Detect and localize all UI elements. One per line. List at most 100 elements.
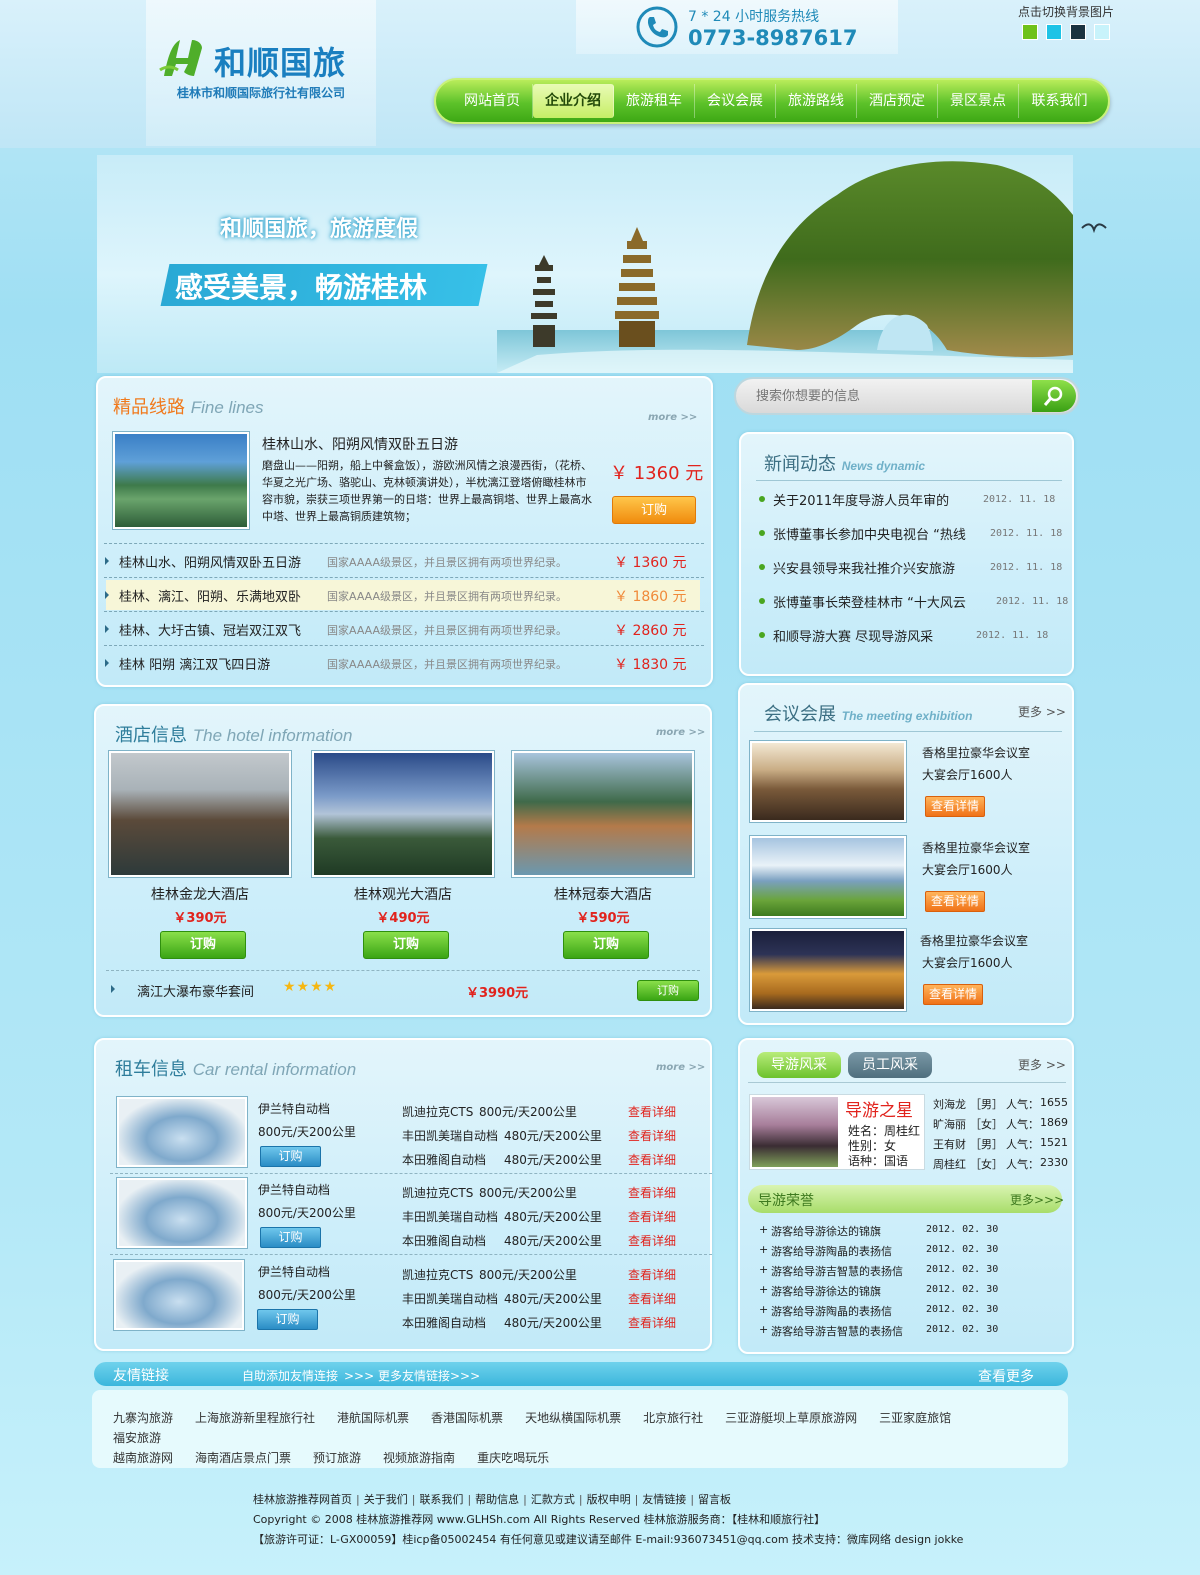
meeting-room-name[interactable]: 香格里拉豪华会议室 <box>920 932 1028 949</box>
line-row-name[interactable]: 桂林、漓江、阳朔、乐满地双卧 <box>119 586 319 605</box>
guide-star-photo[interactable] <box>752 1097 838 1167</box>
friend-link[interactable]: 视频旅游指南 <box>383 1448 455 1468</box>
featured-line-image[interactable] <box>112 431 250 530</box>
friend-link[interactable]: 福安旅游 <box>113 1428 161 1448</box>
background-swatch-green[interactable] <box>1022 24 1038 40</box>
car-image[interactable] <box>116 1177 248 1249</box>
background-swatch-light[interactable] <box>1094 24 1110 40</box>
honor-item-title[interactable]: 游客给导游徐达的锦旗 <box>771 1283 881 1299</box>
links-view-more[interactable]: 查看更多 <box>978 1366 1034 1386</box>
search-input[interactable] <box>756 384 1024 408</box>
background-swatch-dark[interactable] <box>1070 24 1086 40</box>
hotel-name[interactable]: 桂林观光大酒店 <box>311 884 495 904</box>
honor-item-title[interactable]: 游客给导游吉智慧的表扬信 <box>771 1323 903 1339</box>
car-detail-link[interactable]: 查看详细 <box>628 1314 676 1331</box>
hotel-name[interactable]: 桂林冠泰大酒店 <box>511 884 695 904</box>
links-add-link[interactable]: 自助添加友情连接 <box>242 1367 338 1384</box>
car-rental-more-link[interactable]: more >> <box>656 1062 705 1073</box>
friend-link[interactable]: 上海旅游新里程旅行社 <box>195 1408 315 1428</box>
friend-link[interactable]: 重庆吃喝玩乐 <box>477 1448 549 1468</box>
line-row-name[interactable]: 桂林、大圩古镇、冠岩双江双飞 <box>119 620 319 639</box>
car-order-button[interactable]: 订购 <box>260 1227 321 1248</box>
car-image[interactable] <box>113 1259 245 1331</box>
nav-item-hotels[interactable]: 酒店预定 <box>857 84 938 118</box>
car-detail-link[interactable]: 查看详细 <box>628 1103 676 1120</box>
friend-link[interactable]: 越南旅游网 <box>113 1448 173 1468</box>
car-detail-link[interactable]: 查看详细 <box>628 1208 676 1225</box>
news-item-title[interactable]: 张博董事长参加中央电视台 “热线 <box>773 524 987 543</box>
honor-item-title[interactable]: 游客给导游徐达的锦旗 <box>771 1223 881 1239</box>
hotel-order-button[interactable]: 订购 <box>563 931 649 959</box>
meeting-room-image[interactable] <box>749 740 907 823</box>
nav-item-home[interactable]: 网站首页 <box>452 84 533 118</box>
friend-link[interactable]: 天地纵横国际机票 <box>525 1408 621 1428</box>
footer-nav-link[interactable]: 联系我们 <box>419 1493 463 1506</box>
car-detail-link[interactable]: 查看详细 <box>628 1151 676 1168</box>
tab-guide-style[interactable]: 导游风采 <box>757 1052 841 1078</box>
car-detail-link[interactable]: 查看详细 <box>628 1232 676 1249</box>
meeting-detail-button[interactable]: 查看详情 <box>925 891 985 912</box>
friend-link[interactable]: 港航国际机票 <box>337 1408 409 1428</box>
friend-link[interactable]: 九寨沟旅游 <box>113 1408 173 1428</box>
car-detail-link[interactable]: 查看详细 <box>628 1127 676 1144</box>
guide-ranking-name[interactable]: 王有财 <box>933 1136 966 1152</box>
nav-item-routes[interactable]: 旅游路线 <box>776 84 857 118</box>
footer-nav-link[interactable]: 关于我们 <box>364 1493 408 1506</box>
hotel-image[interactable] <box>108 750 292 878</box>
logo[interactable]: 和顺国旅 桂林市和顺国际旅行社有限公司 <box>146 0 376 146</box>
meeting-room-image[interactable] <box>749 835 907 919</box>
footer-nav-link[interactable]: 帮助信息 <box>475 1493 519 1506</box>
meeting-room-name[interactable]: 香格里拉豪华会议室 <box>922 744 1030 761</box>
meeting-detail-button[interactable]: 查看详情 <box>923 984 983 1005</box>
hotel-order-button[interactable]: 订购 <box>363 931 449 959</box>
friend-link[interactable]: 海南酒店景点门票 <box>195 1448 291 1468</box>
hotels-more-link[interactable]: more >> <box>656 727 705 738</box>
car-detail-link[interactable]: 查看详细 <box>628 1184 676 1201</box>
suite-name[interactable]: 漓江大瀑布豪华套间 <box>137 981 254 1000</box>
news-item-title[interactable]: 和顺导游大赛 尽现导游风采 <box>773 626 983 645</box>
nav-item-car-rental[interactable]: 旅游租车 <box>614 84 695 118</box>
honor-item-title[interactable]: 游客给导游陶晶的表扬信 <box>771 1303 892 1319</box>
footer-nav-link[interactable]: 友情链接 <box>642 1493 686 1506</box>
suite-order-button[interactable]: 订购 <box>637 980 699 1001</box>
news-item-title[interactable]: 兴安县领导来我社推介兴安旅游 <box>773 558 983 577</box>
news-item-title[interactable]: 关于2011年度导游人员年审的 <box>773 490 987 509</box>
guide-honor-more-link[interactable]: 更多>>> <box>1010 1191 1064 1208</box>
meeting-room-name[interactable]: 香格里拉豪华会议室 <box>922 839 1030 856</box>
friend-link[interactable]: 三亚游艇坝上草原旅游网 <box>725 1408 857 1428</box>
nav-item-scenic-spots[interactable]: 景区景点 <box>938 84 1019 118</box>
car-order-button[interactable]: 订购 <box>260 1146 321 1167</box>
search-button[interactable] <box>1032 380 1076 412</box>
meeting-detail-button[interactable]: 查看详情 <box>925 796 985 817</box>
links-more-link[interactable]: >>> 更多友情链接>>> <box>344 1367 480 1384</box>
honor-item-title[interactable]: 游客给导游吉智慧的表扬信 <box>771 1263 903 1279</box>
friend-link[interactable]: 预订旅游 <box>313 1448 361 1468</box>
friend-link[interactable]: 香港国际机票 <box>431 1408 503 1428</box>
car-detail-link[interactable]: 查看详细 <box>628 1266 676 1283</box>
featured-line-title[interactable]: 桂林山水、阳朔风情双卧五日游 <box>262 434 458 454</box>
line-row-name[interactable]: 桂林山水、阳朔风情双卧五日游 <box>119 552 319 571</box>
friend-link[interactable]: 三亚家庭旅馆 <box>879 1408 951 1428</box>
featured-line-order-button[interactable]: 订购 <box>612 496 696 524</box>
car-image[interactable] <box>116 1096 248 1168</box>
guide-ranking-name[interactable]: 周桂红 <box>933 1156 966 1172</box>
footer-nav-link[interactable]: 汇款方式 <box>531 1493 575 1506</box>
hotel-image[interactable] <box>511 750 695 878</box>
friend-link[interactable]: 北京旅行社 <box>643 1408 703 1428</box>
hotel-image[interactable] <box>311 750 495 878</box>
news-item-title[interactable]: 张博董事长荣登桂林市 “十大风云 <box>773 592 987 611</box>
guides-more-link[interactable]: 更多 >> <box>1018 1056 1066 1073</box>
nav-item-about[interactable]: 企业介绍 <box>533 84 614 118</box>
nav-item-meetings[interactable]: 会议会展 <box>695 84 776 118</box>
hotel-order-button[interactable]: 订购 <box>160 931 246 959</box>
nav-item-contact[interactable]: 联系我们 <box>1019 84 1100 118</box>
meeting-room-image[interactable] <box>749 928 907 1012</box>
meeting-more-link[interactable]: 更多 >> <box>1018 703 1066 720</box>
fine-lines-more-link[interactable]: more >> <box>648 412 697 423</box>
guide-ranking-name[interactable]: 刘海龙 <box>933 1096 966 1112</box>
guide-ranking-name[interactable]: 旷海丽 <box>933 1116 966 1132</box>
footer-nav-link[interactable]: 留言板 <box>698 1493 731 1506</box>
hotel-name[interactable]: 桂林金龙大酒店 <box>108 884 292 904</box>
tab-staff-style[interactable]: 员工风采 <box>848 1052 932 1078</box>
footer-nav-link[interactable]: 版权申明 <box>587 1493 631 1506</box>
